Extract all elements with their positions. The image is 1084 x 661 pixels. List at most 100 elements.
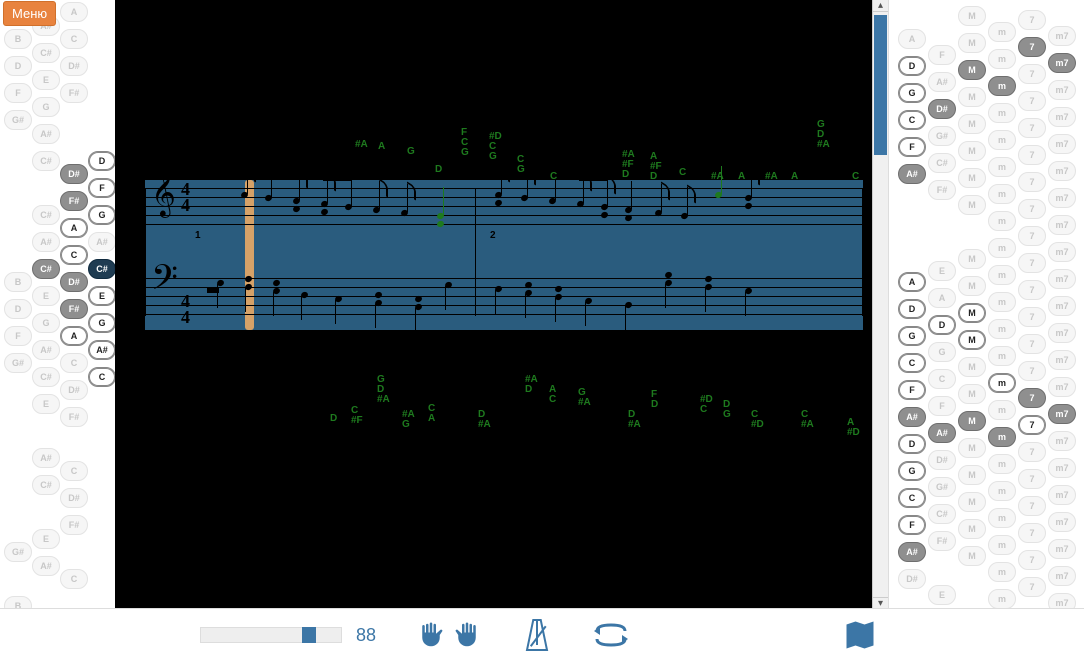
key-m7[interactable]: m7	[1048, 188, 1076, 208]
key-d[interactable]: D	[928, 315, 956, 335]
key-asharp[interactable]: A#	[898, 164, 926, 184]
key-c[interactable]: C	[60, 461, 88, 481]
key-m[interactable]: M	[958, 519, 986, 539]
key-m[interactable]: m	[988, 562, 1016, 582]
key-m[interactable]: m	[988, 49, 1016, 69]
key-m[interactable]: M	[958, 168, 986, 188]
key-c[interactable]: C	[60, 29, 88, 49]
key-7[interactable]: 7	[1018, 442, 1046, 462]
key-m[interactable]: m	[988, 346, 1016, 366]
key-gsharp[interactable]: G#	[4, 353, 32, 373]
key-asharp[interactable]: A#	[898, 407, 926, 427]
key-7[interactable]: 7	[1018, 64, 1046, 84]
key-7[interactable]: 7	[1018, 145, 1046, 165]
key-csharp[interactable]: C#	[32, 475, 60, 495]
key-b[interactable]: B	[4, 29, 32, 49]
key-m7[interactable]: m7	[1048, 80, 1076, 100]
key-m[interactable]: m	[988, 265, 1016, 285]
key-7[interactable]: 7	[1018, 361, 1046, 381]
key-e[interactable]: E	[32, 529, 60, 549]
key-m[interactable]: M	[958, 465, 986, 485]
right-hand-toggle[interactable]	[452, 618, 482, 652]
key-m[interactable]: m	[988, 427, 1016, 447]
key-m[interactable]: m	[988, 211, 1016, 231]
key-m[interactable]: m	[988, 481, 1016, 501]
key-c[interactable]: C	[928, 369, 956, 389]
tempo-slider-thumb[interactable]	[302, 627, 316, 643]
key-7[interactable]: 7	[1018, 496, 1046, 516]
key-m7[interactable]: m7	[1048, 458, 1076, 478]
key-m[interactable]: m	[988, 130, 1016, 150]
key-g[interactable]: G	[928, 342, 956, 362]
key-m7[interactable]: m7	[1048, 404, 1076, 424]
key-f[interactable]: F	[928, 45, 956, 65]
key-dsharp[interactable]: D#	[60, 272, 88, 292]
key-fsharp[interactable]: F#	[928, 180, 956, 200]
key-m[interactable]: m	[988, 184, 1016, 204]
key-d[interactable]: D	[4, 56, 32, 76]
key-m[interactable]: m	[988, 373, 1016, 393]
key-f[interactable]: F	[898, 137, 926, 157]
key-m[interactable]: m	[988, 589, 1016, 609]
key-a[interactable]: A	[60, 218, 88, 238]
key-f[interactable]: F	[898, 515, 926, 535]
key-g[interactable]: G	[898, 461, 926, 481]
key-fsharp[interactable]: F#	[60, 191, 88, 211]
key-fsharp[interactable]: F#	[60, 515, 88, 535]
key-e[interactable]: E	[32, 70, 60, 90]
key-gsharp[interactable]: G#	[928, 126, 956, 146]
scroll-thumb[interactable]	[874, 15, 887, 155]
key-7[interactable]: 7	[1018, 577, 1046, 597]
key-fsharp[interactable]: F#	[60, 407, 88, 427]
key-c[interactable]: C	[60, 353, 88, 373]
key-f[interactable]: F	[4, 83, 32, 103]
key-dsharp[interactable]: D#	[928, 450, 956, 470]
key-dsharp[interactable]: D#	[898, 569, 926, 589]
key-m[interactable]: m	[988, 76, 1016, 96]
key-csharp[interactable]: C#	[928, 504, 956, 524]
key-g[interactable]: G	[32, 313, 60, 333]
tempo-slider[interactable]	[200, 627, 342, 643]
key-asharp[interactable]: A#	[32, 232, 60, 252]
key-7[interactable]: 7	[1018, 469, 1046, 489]
key-m[interactable]: M	[958, 87, 986, 107]
key-c[interactable]: C	[898, 353, 926, 373]
key-e[interactable]: E	[32, 286, 60, 306]
key-m[interactable]: M	[958, 303, 986, 323]
key-m[interactable]: M	[958, 141, 986, 161]
key-g[interactable]: G	[898, 83, 926, 103]
key-csharp[interactable]: C#	[32, 205, 60, 225]
key-m7[interactable]: m7	[1048, 242, 1076, 262]
key-gsharp[interactable]: G#	[928, 477, 956, 497]
key-asharp[interactable]: A#	[898, 542, 926, 562]
key-dsharp[interactable]: D#	[60, 380, 88, 400]
key-m[interactable]: M	[958, 330, 986, 350]
key-asharp[interactable]: A#	[32, 124, 60, 144]
key-fsharp[interactable]: F#	[60, 83, 88, 103]
key-b[interactable]: B	[4, 272, 32, 292]
key-a[interactable]: A	[60, 326, 88, 346]
key-7[interactable]: 7	[1018, 550, 1046, 570]
key-m7[interactable]: m7	[1048, 107, 1076, 127]
score-canvas[interactable]: 𝄞𝄢444412 #AAGDF C G#D C GC GC#A #F DA #F…	[115, 0, 873, 609]
key-7[interactable]: 7	[1018, 226, 1046, 246]
key-a[interactable]: A	[60, 2, 88, 22]
key-d[interactable]: D	[898, 299, 926, 319]
view-map-button[interactable]	[842, 609, 878, 661]
metronome-toggle[interactable]	[522, 615, 552, 655]
key-7[interactable]: 7	[1018, 388, 1046, 408]
key-m7[interactable]: m7	[1048, 377, 1076, 397]
key-fsharp[interactable]: F#	[60, 299, 88, 319]
key-m[interactable]: m	[988, 319, 1016, 339]
key-m[interactable]: M	[958, 276, 986, 296]
key-e[interactable]: E	[928, 261, 956, 281]
key-m7[interactable]: m7	[1048, 161, 1076, 181]
key-m7[interactable]: m7	[1048, 350, 1076, 370]
key-gsharp[interactable]: G#	[4, 110, 32, 130]
key-m[interactable]: m	[988, 292, 1016, 312]
key-d[interactable]: D	[4, 299, 32, 319]
key-asharp[interactable]: A#	[928, 423, 956, 443]
key-7[interactable]: 7	[1018, 37, 1046, 57]
key-m[interactable]: m	[988, 22, 1016, 42]
key-a[interactable]: A	[928, 288, 956, 308]
